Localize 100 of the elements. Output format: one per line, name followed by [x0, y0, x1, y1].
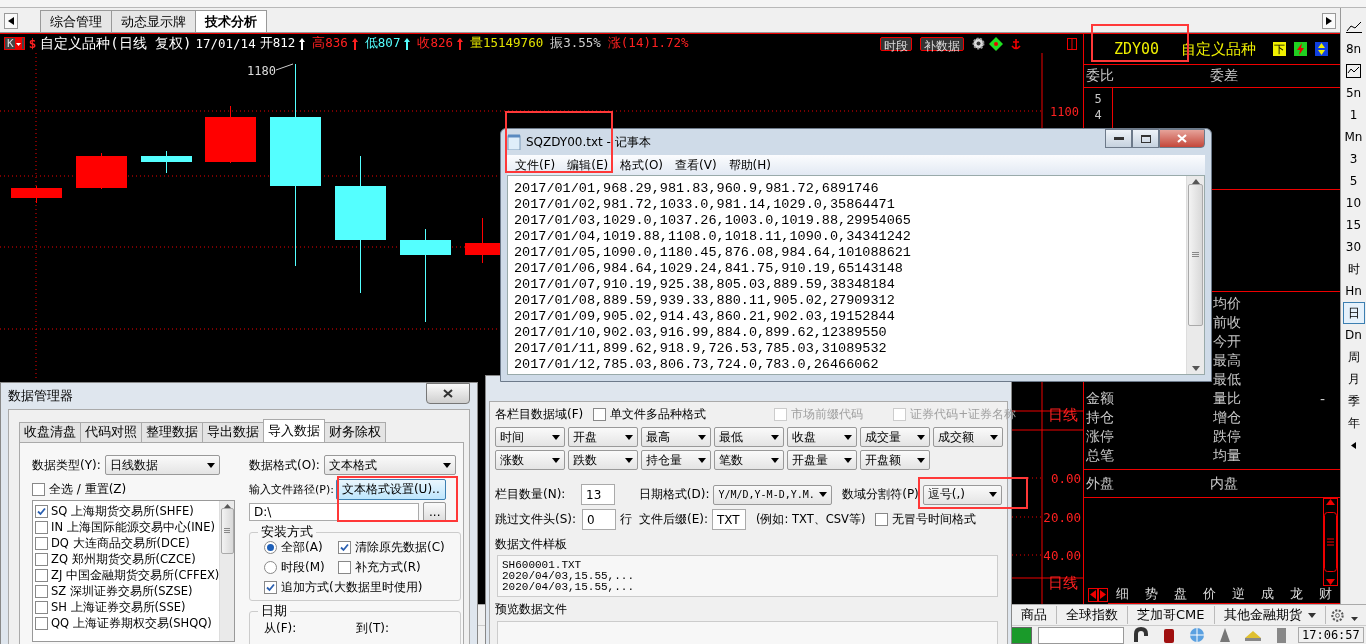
- list-item[interactable]: ZJ 中国金融期货交易所(CFFEX): [51, 567, 220, 583]
- period-button[interactable]: 30: [1342, 236, 1365, 258]
- menu-item[interactable]: 格式(O): [614, 156, 670, 174]
- column-select[interactable]: 成交量: [860, 427, 930, 447]
- next-button[interactable]: [1098, 587, 1108, 602]
- caret-icon[interactable]: [1350, 617, 1358, 621]
- panel-tab[interactable]: 势: [1137, 585, 1166, 604]
- previous-button[interactable]: [1088, 587, 1098, 602]
- period-button[interactable]: 时: [1342, 258, 1365, 280]
- radio-button[interactable]: [264, 541, 277, 554]
- period-button[interactable]: 8n: [1342, 38, 1365, 60]
- period-button[interactable]: Hn: [1342, 280, 1365, 302]
- period-button[interactable]: Dn: [1342, 324, 1365, 346]
- view-tab[interactable]: 综合管理: [40, 10, 112, 32]
- browse-button[interactable]: ...: [423, 502, 447, 522]
- scroll-left-button[interactable]: [4, 13, 18, 29]
- column-select[interactable]: 笔数: [714, 450, 784, 470]
- menu-item[interactable]: 帮助(H): [722, 156, 777, 174]
- list-item[interactable]: SQ 上海期货交易所(SHFE): [51, 503, 194, 519]
- scroll-down-icon[interactable]: [1191, 366, 1200, 371]
- market-tab[interactable]: 芝加哥CME: [1128, 606, 1215, 624]
- anchor-icon[interactable]: [1011, 37, 1021, 50]
- list-item[interactable]: DQ 大连商品交易所(DCE): [51, 535, 190, 551]
- period-button[interactable]: Mn: [1342, 126, 1365, 148]
- checkbox[interactable]: [338, 541, 351, 554]
- date-format-select[interactable]: Y/M/D,Y-M-D,Y.M.: [713, 484, 833, 505]
- scrollbar[interactable]: [1323, 498, 1338, 586]
- column-select[interactable]: 持仓量: [641, 450, 711, 470]
- checkbox[interactable]: [35, 584, 48, 598]
- list-item[interactable]: IN 上海国际能源交易中心(INE): [51, 519, 215, 535]
- checkbox[interactable]: [35, 520, 48, 534]
- period-button[interactable]: 5n: [1342, 82, 1365, 104]
- view-tab[interactable]: 技术分析: [195, 10, 267, 32]
- list-item[interactable]: ZQ 郑州期货交易所(CZCE): [51, 551, 196, 567]
- panel-tab[interactable]: 龙: [1282, 585, 1311, 604]
- checkbox[interactable]: [264, 581, 277, 594]
- list-item[interactable]: SZ 深圳证券交易所(SZSE): [51, 583, 193, 599]
- checkbox[interactable]: [35, 616, 48, 630]
- menu-item[interactable]: 查看(V): [669, 156, 723, 174]
- market-tab[interactable]: 全球指数: [1057, 606, 1128, 624]
- scroll-down-icon[interactable]: [1326, 579, 1335, 585]
- period-button[interactable]: 5: [1342, 170, 1365, 192]
- scroll-thumb[interactable]: [220, 508, 234, 554]
- column-select[interactable]: 最低: [714, 427, 784, 447]
- checkbox[interactable]: [875, 513, 889, 526]
- list-item[interactable]: SH 上海证券交易所(SSE): [51, 599, 186, 615]
- period-button[interactable]: 季: [1342, 390, 1365, 412]
- data-type-select[interactable]: 日线数据: [104, 455, 220, 475]
- gear-icon[interactable]: [972, 37, 985, 50]
- sell-button[interactable]: 下: [1273, 42, 1286, 56]
- close-button[interactable]: [1159, 129, 1205, 148]
- period-button[interactable]: 1: [1342, 104, 1365, 126]
- checkbox[interactable]: [35, 600, 48, 614]
- period-button[interactable]: K: [4, 37, 25, 50]
- checkbox[interactable]: [35, 568, 48, 582]
- period-button[interactable]: 年: [1342, 412, 1365, 434]
- menu-item[interactable]: 编辑(E): [561, 156, 615, 174]
- checkbox[interactable]: [593, 408, 607, 421]
- scroll-up-icon[interactable]: [1326, 499, 1335, 505]
- column-select[interactable]: 收盘: [787, 427, 857, 447]
- scroll-thumb[interactable]: [1324, 512, 1337, 572]
- skip-lines-field[interactable]: 0: [582, 509, 616, 530]
- scroll-thumb[interactable]: [1188, 184, 1203, 326]
- panel-toggle-icon[interactable]: [1067, 37, 1077, 50]
- tab[interactable]: 导出数据: [202, 422, 264, 442]
- up-down-arrows-icon[interactable]: [1315, 42, 1328, 56]
- format-select[interactable]: 文本格式: [323, 455, 456, 475]
- column-select[interactable]: 开盘额: [860, 450, 930, 470]
- separator-select[interactable]: 逗号(,): [922, 484, 1002, 505]
- checkbox[interactable]: [32, 483, 45, 496]
- path-field[interactable]: D:\: [249, 503, 419, 521]
- market-tab[interactable]: 其他金融期货: [1214, 606, 1326, 624]
- checkbox[interactable]: [35, 504, 48, 518]
- period-button[interactable]: 15: [1342, 214, 1365, 236]
- column-select[interactable]: 跌数: [568, 450, 638, 470]
- panel-tab[interactable]: 成: [1253, 585, 1282, 604]
- column-select[interactable]: 开盘量: [787, 450, 857, 470]
- radio-button[interactable]: [264, 561, 277, 574]
- lightning-icon[interactable]: [1294, 42, 1307, 56]
- chart-button[interactable]: 时段: [880, 36, 912, 51]
- input-field[interactable]: [1038, 626, 1124, 644]
- panel-tab[interactable]: 细: [1108, 585, 1137, 604]
- panel-tab[interactable]: 财: [1311, 585, 1340, 604]
- view-tab[interactable]: 动态显示牌: [111, 10, 196, 32]
- period-button[interactable]: 月: [1342, 368, 1365, 390]
- menu-item[interactable]: 文件(F): [509, 156, 562, 174]
- tab[interactable]: 收盘清盘: [19, 422, 81, 442]
- minimize-button[interactable]: [1105, 129, 1132, 148]
- panel-tab[interactable]: 逆: [1224, 585, 1253, 604]
- column-select[interactable]: 涨数: [495, 450, 565, 470]
- extension-field[interactable]: TXT: [712, 509, 746, 530]
- period-button[interactable]: 日: [1342, 302, 1365, 324]
- panel-tab[interactable]: 盘: [1166, 585, 1195, 604]
- maximize-button[interactable]: [1132, 129, 1159, 148]
- diamond-icon[interactable]: [989, 36, 1003, 51]
- period-button[interactable]: 10: [1342, 192, 1365, 214]
- scroll-right-button[interactable]: [1322, 13, 1336, 29]
- chart-button[interactable]: 补数据: [920, 36, 964, 51]
- settings-icon[interactable]: [1329, 607, 1345, 623]
- tab[interactable]: 代码对照: [80, 422, 142, 442]
